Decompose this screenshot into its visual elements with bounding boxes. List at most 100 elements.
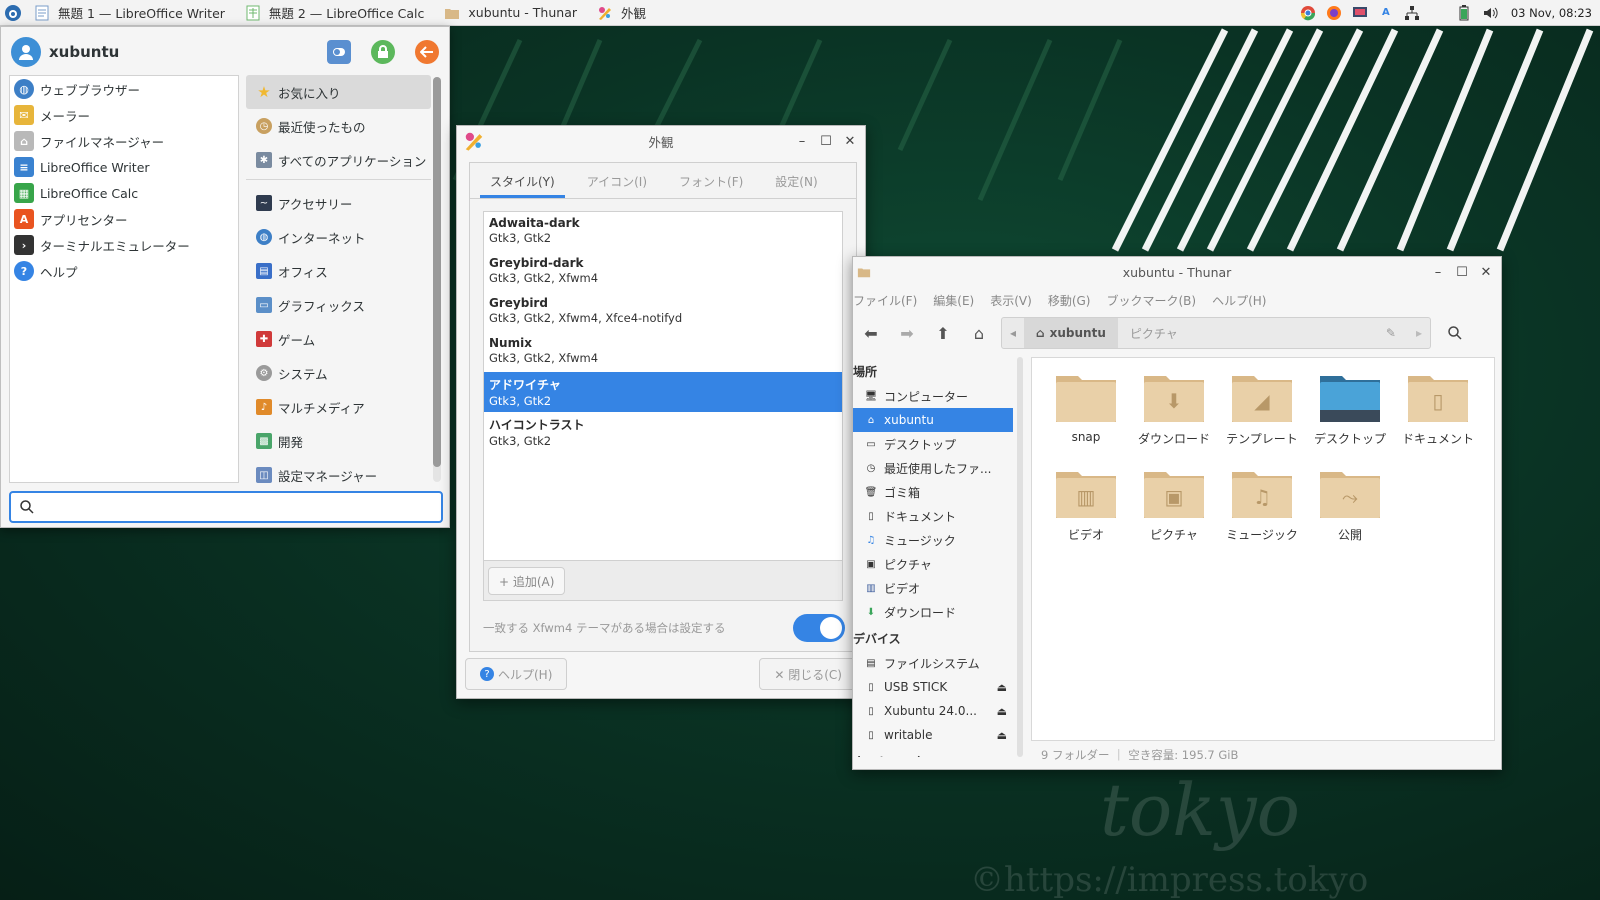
favorite-item[interactable]: ≡ LibreOffice Writer bbox=[10, 154, 238, 180]
thunar-titlebar[interactable]: xubuntu - Thunar – ☐ ✕ bbox=[853, 257, 1501, 287]
theme-item[interactable]: Numix Gtk3, Gtk2, Xfwm4 bbox=[484, 332, 842, 372]
eject-icon[interactable]: ⏏ bbox=[997, 729, 1007, 742]
help-button[interactable]: ? ヘルプ(H) bbox=[465, 658, 568, 690]
folder-item[interactable]: ♫ ミュージック bbox=[1218, 466, 1306, 562]
place-item-selected[interactable]: ⌂ xubuntu bbox=[853, 408, 1013, 432]
eject-icon[interactable]: ⏏ bbox=[997, 681, 1007, 694]
folder-item[interactable]: デスクトップ bbox=[1306, 370, 1394, 466]
logout-button[interactable] bbox=[415, 40, 439, 64]
volume-icon[interactable] bbox=[1482, 5, 1498, 21]
add-theme-button[interactable]: + 追加(A) bbox=[488, 567, 566, 595]
favorite-item[interactable]: ? ヘルプ bbox=[10, 258, 238, 284]
network-icon[interactable] bbox=[1404, 5, 1420, 21]
favorite-item[interactable]: ◍ ウェブブラウザー bbox=[10, 76, 238, 102]
place-item[interactable]: ▭ デスクトップ bbox=[853, 432, 1013, 456]
folder-item[interactable]: ◢ テンプレート bbox=[1218, 370, 1306, 466]
category-games[interactable]: ✚ ゲーム bbox=[246, 322, 431, 356]
folder-item[interactable]: ⬇ ダウンロード bbox=[1130, 370, 1218, 466]
home-icon[interactable]: ⌂ bbox=[965, 319, 993, 347]
category-multimedia[interactable]: ♪ マルチメディア bbox=[246, 390, 431, 424]
tab-style[interactable]: スタイル(Y) bbox=[480, 163, 565, 198]
theme-item[interactable]: Greybird-dark Gtk3, Gtk2, Xfwm4 bbox=[484, 252, 842, 292]
favorite-item[interactable]: ⌂ ファイルマネージャー bbox=[10, 128, 238, 154]
theme-item[interactable]: ハイコントラスト Gtk3, Gtk2 bbox=[484, 412, 842, 452]
notification-icon[interactable] bbox=[1430, 5, 1446, 21]
scrollbar-thumb[interactable] bbox=[433, 77, 441, 467]
device-item[interactable]: ▯ USB STICK ⏏ bbox=[853, 675, 1013, 699]
tab-settings[interactable]: 設定(N) bbox=[765, 163, 827, 198]
task-thunar[interactable]: xubuntu - Thunar bbox=[436, 0, 589, 26]
device-item[interactable]: ▤ ファイルシステム bbox=[853, 651, 1013, 675]
place-item[interactable]: ▣ ピクチャ bbox=[853, 552, 1013, 576]
favorite-item[interactable]: ▦ LibreOffice Calc bbox=[10, 180, 238, 206]
favorite-item[interactable]: A アプリセンター bbox=[10, 206, 238, 232]
lock-screen-button[interactable] bbox=[371, 40, 395, 64]
forward-icon[interactable]: ➡ bbox=[893, 319, 921, 347]
folder-item[interactable]: ▥ ビデオ bbox=[1042, 466, 1130, 562]
folder-item[interactable]: ▯ ドキュメント bbox=[1394, 370, 1482, 466]
appearance-titlebar[interactable]: 外観 – ☐ ✕ bbox=[457, 126, 865, 156]
maximize-icon[interactable]: ☐ bbox=[819, 134, 833, 149]
theme-item[interactable]: Adwaita-dark Gtk3, Gtk2 bbox=[484, 212, 842, 252]
eject-icon[interactable]: ⏏ bbox=[997, 705, 1007, 718]
place-item[interactable]: ◷ 最近使用したファ... bbox=[853, 456, 1013, 480]
path-crumb-home[interactable]: ⌂ xubuntu bbox=[1024, 318, 1118, 348]
device-item[interactable]: ▯ writable ⏏ bbox=[853, 723, 1013, 747]
category-accessories[interactable]: ~ アクセサリー bbox=[246, 186, 431, 220]
folder-item[interactable]: snap bbox=[1042, 370, 1130, 466]
tab-fonts[interactable]: フォント(F) bbox=[669, 163, 753, 198]
menu-edit[interactable]: 編集(E) bbox=[933, 292, 974, 309]
task-writer[interactable]: 無題 1 — LibreOffice Writer bbox=[26, 0, 237, 26]
tab-icons[interactable]: アイコン(I) bbox=[577, 163, 657, 198]
search-icon[interactable] bbox=[1441, 319, 1469, 347]
clock[interactable]: 03 Nov, 08:23 bbox=[1511, 6, 1592, 20]
place-item[interactable]: 🖥 コンピューター bbox=[853, 384, 1013, 408]
place-item[interactable]: ♫ ミュージック bbox=[853, 528, 1013, 552]
battery-icon[interactable] bbox=[1456, 4, 1472, 21]
category-development[interactable]: ▩ 開発 bbox=[246, 424, 431, 458]
path-crumb-pictures[interactable]: ピクチャ bbox=[1118, 318, 1190, 348]
category-system[interactable]: ⚙ システム bbox=[246, 356, 431, 390]
up-icon[interactable]: ⬆ bbox=[929, 319, 957, 347]
chrome-icon[interactable] bbox=[1300, 5, 1316, 21]
close-button[interactable]: ✕ 閉じる(C) bbox=[759, 658, 857, 690]
place-item[interactable]: 🗑 ゴミ箱 bbox=[853, 480, 1013, 504]
favorite-item[interactable]: ✉ メーラー bbox=[10, 102, 238, 128]
place-item[interactable]: ▯ ドキュメント bbox=[853, 504, 1013, 528]
category-all-apps[interactable]: ✱ すべてのアプリケーション bbox=[246, 143, 431, 177]
close-icon[interactable]: ✕ bbox=[843, 134, 857, 149]
place-item[interactable]: ⬇ ダウンロード bbox=[853, 600, 1013, 624]
category-settings[interactable]: ◫ 設定マネージャー bbox=[246, 458, 431, 485]
device-item[interactable]: ▯ Xubuntu 24.0... ⏏ bbox=[853, 699, 1013, 723]
category-internet[interactable]: ◍ インターネット bbox=[246, 220, 431, 254]
maximize-icon[interactable]: ☐ bbox=[1455, 265, 1469, 280]
menu-help[interactable]: ヘルプ(H) bbox=[1212, 292, 1266, 309]
category-recent[interactable]: ◷ 最近使ったもの bbox=[246, 109, 431, 143]
menu-go[interactable]: 移動(G) bbox=[1048, 292, 1091, 309]
close-icon[interactable]: ✕ bbox=[1479, 265, 1493, 280]
path-scroll-right-icon[interactable]: ▸ bbox=[1408, 318, 1430, 348]
menu-view[interactable]: 表示(V) bbox=[990, 292, 1032, 309]
task-appearance[interactable]: 外観 bbox=[589, 0, 658, 26]
xfwm-sync-toggle[interactable] bbox=[793, 614, 845, 642]
category-favorites[interactable]: ★ お気に入り bbox=[246, 75, 431, 109]
firefox-icon[interactable] bbox=[1326, 5, 1342, 21]
settings-toggle-button[interactable] bbox=[327, 40, 351, 64]
category-office[interactable]: ▤ オフィス bbox=[246, 254, 431, 288]
category-graphics[interactable]: ▭ グラフィックス bbox=[246, 288, 431, 322]
side-pane-scrollbar[interactable] bbox=[1017, 357, 1023, 757]
theme-item[interactable]: Greybird Gtk3, Gtk2, Xfwm4, Xfce4-notifyd bbox=[484, 292, 842, 332]
minimize-icon[interactable]: – bbox=[1431, 265, 1445, 280]
whisker-menu-button[interactable] bbox=[0, 0, 26, 26]
edit-path-icon[interactable]: ✎ bbox=[1374, 318, 1408, 348]
path-scroll-left-icon[interactable]: ◂ bbox=[1002, 318, 1024, 348]
menu-file[interactable]: ファイル(F) bbox=[853, 292, 917, 309]
favorite-item[interactable]: › ターミナルエミュレーター bbox=[10, 232, 238, 258]
category-scrollbar[interactable] bbox=[433, 77, 441, 482]
folder-item[interactable]: ▣ ピクチャ bbox=[1130, 466, 1218, 562]
back-icon[interactable]: ⬅ bbox=[857, 319, 885, 347]
menu-bookmarks[interactable]: ブックマーク(B) bbox=[1106, 292, 1196, 309]
display-icon[interactable] bbox=[1352, 5, 1368, 21]
place-item[interactable]: ▥ ビデオ bbox=[853, 576, 1013, 600]
input-method-icon[interactable]: A bbox=[1378, 5, 1394, 21]
